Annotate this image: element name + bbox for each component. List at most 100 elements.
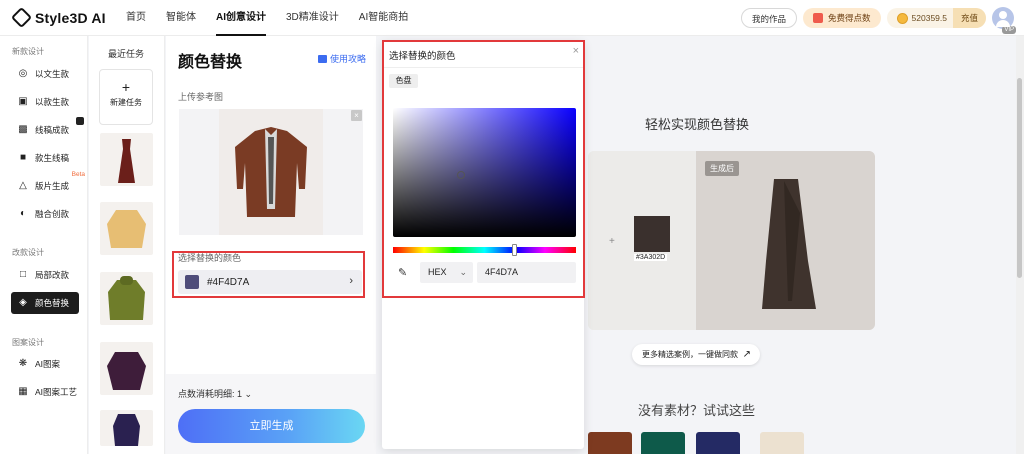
generated-tag: 生成后: [705, 161, 739, 176]
plus-icon: +: [121, 79, 131, 95]
sidebar-item-label: AI图案工艺: [35, 387, 78, 397]
points-cost-label: 点数消耗明细: 1: [178, 389, 243, 399]
sidebar-item-label: 版片生成: [35, 181, 70, 191]
sidebar-item-label: 以文生款: [35, 69, 70, 79]
sidebar: 新款设计 ◎ 以文生款 ▣ 以款生款 ▩ 线稿成款 ■ 款生线稿 △ 版片生成 Beta …: [0, 36, 88, 454]
new-task-label: 新建任务: [110, 98, 142, 107]
sidebar-item-style-to-sketch[interactable]: ■ 款生线稿: [11, 147, 79, 169]
more-cases-button[interactable]: 更多精选案例，一键做同款 ↗: [632, 344, 760, 365]
task-thumbnail-puffer-jacket[interactable]: [100, 272, 153, 325]
garment-icon: ■: [19, 152, 27, 163]
sidebar-item-color-replace[interactable]: ◈ 颜色替换: [11, 292, 79, 314]
pattern-piece-icon: △: [19, 180, 27, 191]
vip-badge: VIP: [1002, 26, 1016, 34]
reference-image-upload[interactable]: ×: [179, 109, 363, 235]
local-edit-icon: □: [19, 269, 27, 280]
beta-badge: Beta: [71, 171, 85, 178]
cardigan-image: [107, 210, 146, 248]
logo-icon: [10, 6, 33, 29]
sample-color-tile: [634, 216, 670, 252]
sidebar-item-label: AI图案: [35, 359, 61, 369]
sample-image-1[interactable]: [588, 432, 632, 454]
sidebar-item-text-to-style[interactable]: ◎ 以文生款: [11, 63, 79, 85]
highlight-box-color-select: [172, 251, 365, 298]
sidebar-item-local-modify[interactable]: □ 局部改款: [11, 264, 79, 286]
remove-image-icon[interactable]: ×: [351, 110, 362, 121]
sidebar-item-label: 颜色替换: [35, 298, 70, 308]
recent-tasks-title: 最近任务: [108, 49, 145, 59]
gift-icon: [813, 13, 824, 23]
avatar[interactable]: VIP: [992, 7, 1016, 34]
craft-icon: ▦: [18, 386, 28, 397]
sidebar-item-ai-pattern-craft[interactable]: ▦ AI图案工艺: [11, 381, 79, 403]
generate-button[interactable]: 立即生成: [178, 409, 365, 443]
sidebar-section-modify-design: 改款设计: [12, 248, 44, 257]
nav-home[interactable]: 首页: [126, 0, 146, 36]
sample-image-4[interactable]: [760, 432, 804, 454]
sidebar-section-new-design: 新款设计: [12, 47, 44, 56]
logo[interactable]: Style3D AI: [10, 6, 126, 29]
sidebar-section-pattern-design: 图案设计: [12, 338, 44, 347]
task-thumbnail-cardigan[interactable]: [100, 202, 153, 255]
book-icon: [317, 54, 327, 63]
sidebar-item-fusion-style[interactable]: ◐ 融合创款: [11, 203, 79, 225]
fusion-icon: ◐: [19, 208, 27, 219]
preview-heading: 轻松实现颜色替换: [645, 117, 750, 132]
sidebar-item-label: 融合创款: [35, 209, 70, 219]
scrollbar-thumb[interactable]: [1017, 78, 1022, 278]
new-badge-icon: [76, 117, 84, 125]
recharge-button[interactable]: 充值: [952, 8, 986, 28]
usage-guide-link[interactable]: 使用攻略: [317, 52, 366, 65]
logo-text: Style3D AI: [35, 9, 106, 26]
upload-reference-label: 上传参考图: [178, 92, 224, 102]
sample-color-label: #3A302D: [634, 254, 668, 261]
nav-3d-precision-design[interactable]: 3D精准设计: [286, 0, 339, 36]
top-right-actions: 我的作品 免费得点数 520359.5 充值 VIP: [735, 7, 1016, 34]
tshirt-icon: ▩: [18, 124, 28, 135]
more-cases-label: 更多精选案例，一键做同款: [642, 350, 738, 359]
points-balance: 520359.5 充值: [886, 8, 986, 28]
sample-image-2[interactable]: [641, 432, 685, 454]
arrow-up-right-icon: ↗: [742, 349, 751, 360]
task-thumbnail-purple-jacket[interactable]: [100, 342, 153, 395]
highlight-box-color-picker: [382, 40, 585, 298]
free-points-button[interactable]: 免费得点数: [803, 8, 881, 28]
new-task-button[interactable]: + 新建任务: [99, 69, 153, 125]
task-thumbnail-blazer[interactable]: [100, 410, 153, 446]
sidebar-item-pattern-generation[interactable]: △ 版片生成 Beta: [11, 171, 85, 197]
no-material-heading: 没有素材？试试这些: [638, 403, 756, 418]
nav-ai-product-shoot[interactable]: AI智能商拍: [359, 0, 408, 36]
bulb-icon: ◎: [18, 68, 28, 79]
sidebar-item-style-to-style[interactable]: ▣ 以款生款: [11, 91, 79, 113]
my-works-button[interactable]: 我的作品: [741, 8, 798, 28]
chevron-down-icon: ⌄: [244, 389, 253, 399]
shirt-icon: ▣: [18, 96, 28, 107]
page-title: 颜色替换: [178, 54, 243, 71]
sidebar-item-label: 以款生款: [35, 97, 70, 107]
plus-icon: +: [609, 236, 615, 247]
example-after-image: [696, 151, 875, 330]
recent-tasks-panel: 最近任务 + 新建任务: [89, 36, 165, 454]
points-balance-value: 520359.5: [911, 13, 947, 23]
sidebar-item-label: 线稿成款: [35, 125, 70, 135]
sidebar-item-sketch-to-style[interactable]: ▩ 线稿成款: [11, 117, 84, 141]
sample-image-3[interactable]: [696, 432, 740, 454]
free-points-label: 免费得点数: [828, 13, 871, 23]
nav-agent[interactable]: 智能体: [166, 0, 196, 36]
nav-ai-creative-design[interactable]: AI创意设计: [216, 0, 266, 36]
brown-skirt-image: [762, 179, 816, 309]
brown-shirt-image: [235, 127, 307, 217]
task-thumbnail-halter-dress[interactable]: [100, 133, 153, 186]
sidebar-item-label: 款生线稿: [35, 153, 70, 163]
example-card: [588, 151, 875, 330]
top-bar: Style3D AI 首页 智能体 AI创意设计 3D精准设计 AI智能商拍 我…: [0, 0, 1024, 36]
coin-icon: [896, 12, 908, 24]
sidebar-item-ai-pattern[interactable]: ❋ AI图案: [11, 353, 79, 375]
reference-image: [219, 109, 323, 235]
main-nav: 首页 智能体 AI创意设计 3D精准设计 AI智能商拍: [126, 0, 428, 36]
halter-dress-image: [118, 139, 135, 183]
sidebar-item-label: 局部改款: [35, 270, 70, 280]
puffer-jacket-image: [108, 276, 145, 320]
paint-bucket-icon: ◈: [19, 297, 27, 308]
points-cost-detail[interactable]: 点数消耗明细: 1 ⌄: [178, 387, 252, 400]
